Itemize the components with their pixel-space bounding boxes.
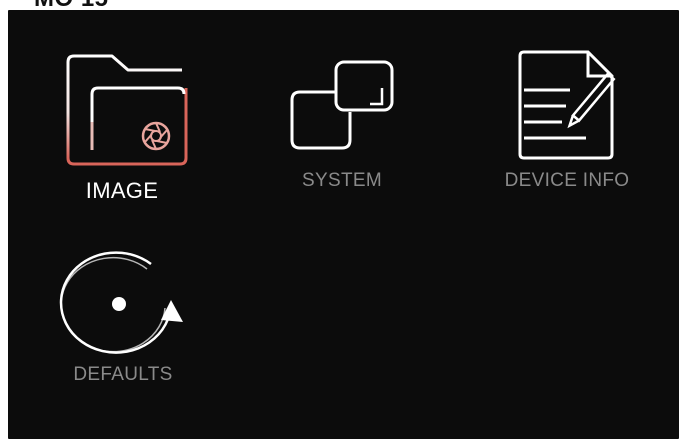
menu-item-system[interactable]: SYSTEM [286,60,406,200]
menu-item-image[interactable]: IMAGE [48,50,188,210]
folder-aperture-icon [66,54,188,166]
menu-screen: IMAGE SYSTEM DEVICE INFO DEFAULTS [8,10,679,439]
figure-frame: MO 15 [0,0,683,441]
document-pen-icon [518,50,616,160]
menu-item-image-label: IMAGE [85,178,159,203]
menu-item-device-info[interactable]: DEVICE INFO [478,48,658,208]
reset-circle-icon [59,251,183,354]
menu-item-defaults[interactable]: DEFAULTS [53,250,203,400]
menu-item-device-info-label: DEVICE INFO [504,170,630,191]
menu-item-defaults-label: DEFAULTS [73,364,173,385]
overlapping-squares-icon [290,60,394,150]
menu-item-system-label: SYSTEM [302,170,382,191]
